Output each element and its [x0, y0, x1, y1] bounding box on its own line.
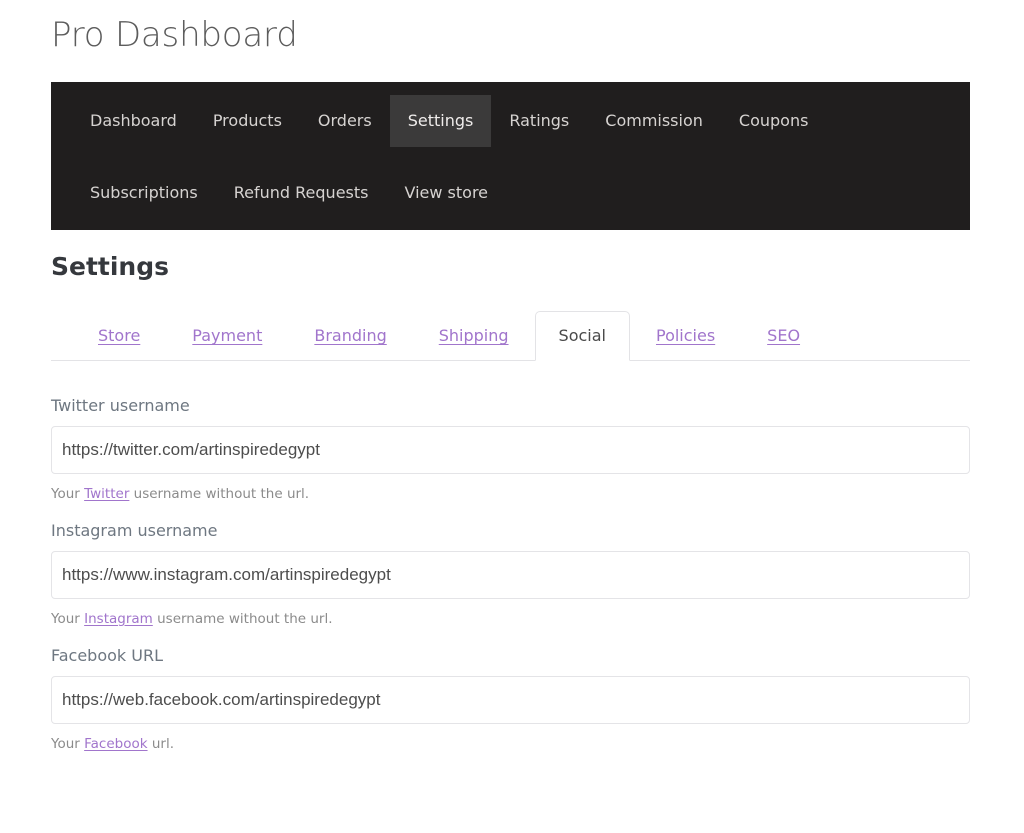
- help-text-before: Your: [51, 486, 85, 502]
- twitter-link[interactable]: Twitter: [84, 486, 129, 502]
- twitter-username-help: Your Twitter username without the url.: [51, 485, 970, 503]
- instagram-username-help: Your Instagram username without the url.: [51, 610, 970, 628]
- facebook-link[interactable]: Facebook: [84, 736, 147, 752]
- dashboard-nav: Dashboard Products Orders Settings Ratin…: [51, 82, 970, 230]
- nav-item-view-store[interactable]: View store: [386, 167, 506, 219]
- help-text-before: Your: [51, 611, 85, 627]
- help-text-before: Your: [51, 736, 85, 752]
- tab-seo[interactable]: SEO: [741, 326, 826, 360]
- section-heading: Settings: [51, 252, 170, 281]
- tab-social[interactable]: Social: [534, 311, 630, 361]
- field-instagram-username: Instagram username Your Instagram userna…: [51, 520, 970, 628]
- facebook-url-input[interactable]: [51, 676, 970, 724]
- nav-item-products[interactable]: Products: [195, 95, 300, 147]
- facebook-url-help: Your Facebook url.: [51, 735, 970, 753]
- field-twitter-username: Twitter username Your Twitter username w…: [51, 395, 970, 503]
- settings-tab-strip: Store Payment Branding Shipping Social P…: [51, 310, 970, 361]
- tab-payment[interactable]: Payment: [166, 326, 288, 360]
- pro-dashboard-page: Pro Dashboard Dashboard Products Orders …: [0, 0, 1024, 833]
- instagram-username-label: Instagram username: [51, 521, 218, 540]
- twitter-username-input[interactable]: [51, 426, 970, 474]
- tab-store[interactable]: Store: [72, 326, 166, 360]
- tab-branding[interactable]: Branding: [288, 326, 412, 360]
- instagram-username-input[interactable]: [51, 551, 970, 599]
- nav-item-coupons[interactable]: Coupons: [721, 95, 827, 147]
- social-settings-form: Twitter username Your Twitter username w…: [51, 395, 970, 770]
- nav-item-orders[interactable]: Orders: [300, 95, 390, 147]
- nav-row-secondary: Subscriptions Refund Requests View store: [51, 167, 970, 218]
- field-facebook-url: Facebook URL Your Facebook url.: [51, 645, 970, 753]
- help-text-after: username without the url.: [129, 486, 310, 502]
- instagram-link[interactable]: Instagram: [84, 611, 153, 627]
- nav-item-subscriptions[interactable]: Subscriptions: [72, 167, 216, 219]
- facebook-url-label: Facebook URL: [51, 646, 164, 665]
- nav-item-ratings[interactable]: Ratings: [491, 95, 587, 147]
- page-title: Pro Dashboard: [51, 15, 298, 55]
- help-text-after: url.: [147, 736, 175, 752]
- nav-item-dashboard[interactable]: Dashboard: [72, 95, 195, 147]
- tab-policies[interactable]: Policies: [630, 326, 741, 360]
- tab-shipping[interactable]: Shipping: [413, 326, 535, 360]
- nav-row-primary: Dashboard Products Orders Settings Ratin…: [51, 95, 970, 147]
- nav-item-settings[interactable]: Settings: [389, 95, 492, 147]
- twitter-username-label: Twitter username: [51, 396, 190, 415]
- nav-item-refund-requests[interactable]: Refund Requests: [216, 167, 387, 219]
- help-text-after: username without the url.: [152, 611, 333, 627]
- nav-item-commission[interactable]: Commission: [587, 95, 721, 147]
